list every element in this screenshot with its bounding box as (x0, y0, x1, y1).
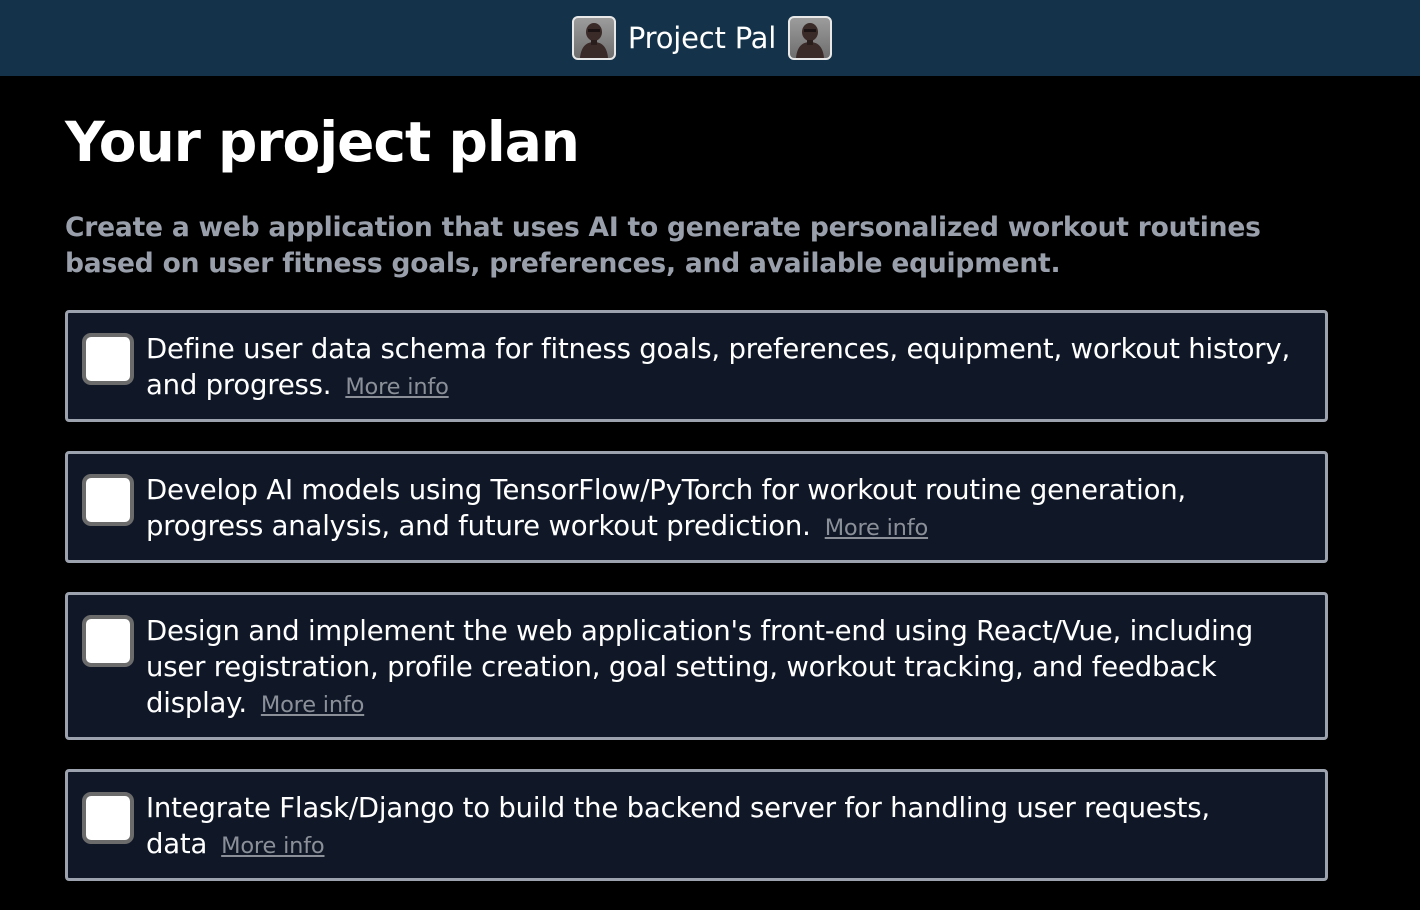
task-text-wrapper: Define user data schema for fitness goal… (146, 331, 1307, 405)
app-title: Project Pal (627, 21, 777, 55)
task-card: Design and implement the web application… (65, 592, 1328, 740)
task-description: Define user data schema for fitness goal… (146, 333, 1291, 401)
task-checkbox[interactable] (82, 615, 134, 667)
task-checkbox[interactable] (82, 474, 134, 526)
task-text-wrapper: Design and implement the web application… (146, 613, 1307, 723)
top-bar: Project Pal (0, 0, 1420, 76)
main-content: Your project plan Create a web applicati… (65, 76, 1328, 910)
robot-avatar-icon (571, 16, 616, 60)
task-checkbox[interactable] (82, 792, 134, 844)
task-card: Integrate Flask/Django to build the back… (65, 769, 1328, 881)
task-card: Define user data schema for fitness goal… (65, 310, 1328, 422)
task-text-wrapper: Integrate Flask/Django to build the back… (146, 790, 1307, 864)
task-card: Develop AI models using TensorFlow/PyTor… (65, 451, 1328, 563)
task-text-wrapper: Develop AI models using TensorFlow/PyTor… (146, 472, 1307, 546)
more-info-link[interactable]: More info (221, 833, 325, 859)
task-description: Develop AI models using TensorFlow/PyTor… (146, 474, 1186, 542)
brand[interactable]: Project Pal (571, 16, 833, 60)
more-info-link[interactable]: More info (825, 515, 929, 541)
more-info-link[interactable]: More info (261, 692, 365, 718)
page-title: Your project plan (65, 110, 580, 174)
robot-avatar-icon (788, 16, 833, 60)
more-info-link[interactable]: More info (345, 374, 449, 400)
project-description: Create a web application that uses AI to… (65, 212, 1261, 279)
task-list: Define user data schema for fitness goal… (65, 310, 1328, 881)
task-checkbox[interactable] (82, 333, 134, 385)
